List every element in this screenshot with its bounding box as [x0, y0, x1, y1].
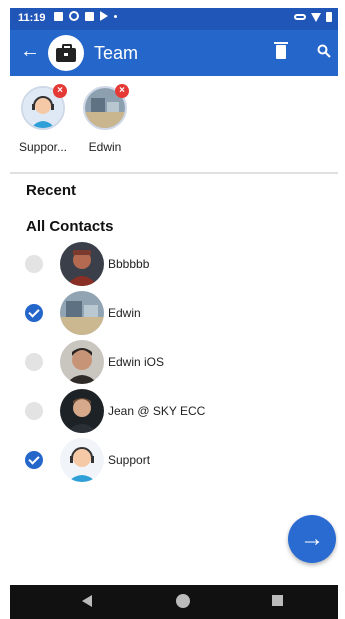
selection-checkbox[interactable] — [25, 304, 43, 322]
page-title: Team — [94, 43, 139, 63]
message-notification-icon — [54, 11, 63, 21]
selected-members: × Suppor... × Edwin — [10, 76, 338, 172]
contact-row[interactable]: Jean @ SKY ECC — [10, 387, 338, 435]
selected-chip-label: Edwin — [88, 140, 122, 154]
selection-checkbox[interactable] — [25, 255, 43, 273]
contact-row[interactable]: Edwin — [10, 289, 338, 337]
contact-name: Jean @ SKY ECC — [108, 404, 206, 418]
nav-recents-icon[interactable] — [272, 595, 283, 606]
system-nav-bar — [10, 585, 338, 619]
remove-member-icon[interactable]: × — [115, 84, 129, 98]
media-notification-icon — [85, 11, 94, 21]
app-screen: 11:19 ← Team × Suppor... × Edwin Recent … — [10, 8, 338, 619]
selection-checkbox[interactable] — [25, 402, 43, 420]
system-icons — [294, 12, 332, 22]
remove-member-icon[interactable]: × — [53, 84, 67, 98]
nav-home-icon[interactable] — [176, 594, 190, 608]
vpn-key-icon — [294, 14, 306, 20]
play-notification-icon — [100, 11, 108, 21]
contact-row[interactable]: Bbbbbb — [10, 240, 338, 288]
sync-notification-icon — [69, 11, 79, 21]
contact-name: Edwin iOS — [108, 355, 165, 369]
section-header-all-contacts: All Contacts — [26, 218, 114, 235]
avatar: × — [21, 84, 67, 130]
briefcase-icon — [56, 43, 76, 62]
contact-avatar — [60, 340, 104, 384]
app-bar: ← Team — [10, 30, 338, 76]
support-agent-avatar — [60, 438, 104, 482]
contact-avatar — [60, 291, 104, 335]
status-bar: 11:19 — [10, 8, 338, 30]
nav-back-icon[interactable] — [82, 595, 92, 607]
contact-row[interactable]: Edwin iOS — [10, 338, 338, 386]
contact-row[interactable]: Support — [10, 436, 338, 484]
notification-icons — [54, 11, 117, 21]
selected-chip-label: Suppor... — [18, 140, 68, 154]
contact-name: Support — [108, 453, 151, 467]
selected-chip-edwin[interactable]: × Edwin — [74, 84, 136, 154]
contact-avatar — [60, 242, 104, 286]
next-button[interactable]: → — [288, 515, 336, 563]
avatar: × — [83, 84, 129, 130]
contact-avatar — [60, 389, 104, 433]
status-time: 11:19 — [18, 12, 46, 24]
selection-checkbox[interactable] — [25, 353, 43, 371]
trash-icon[interactable] — [274, 42, 288, 59]
wifi-icon — [311, 12, 321, 22]
selection-checkbox[interactable] — [25, 451, 43, 469]
group-avatar[interactable] — [48, 35, 84, 71]
search-icon[interactable] — [317, 44, 331, 58]
back-arrow-icon[interactable]: ← — [20, 41, 40, 61]
contact-name: Bbbbbb — [108, 257, 150, 271]
divider — [10, 172, 338, 174]
more-notifications-icon — [114, 14, 117, 18]
selected-chip-support[interactable]: × Suppor... — [12, 84, 74, 154]
section-header-recent: Recent — [26, 182, 77, 199]
contact-name: Edwin — [108, 306, 141, 320]
arrow-right-icon: → — [300, 525, 324, 552]
battery-icon — [326, 12, 332, 22]
